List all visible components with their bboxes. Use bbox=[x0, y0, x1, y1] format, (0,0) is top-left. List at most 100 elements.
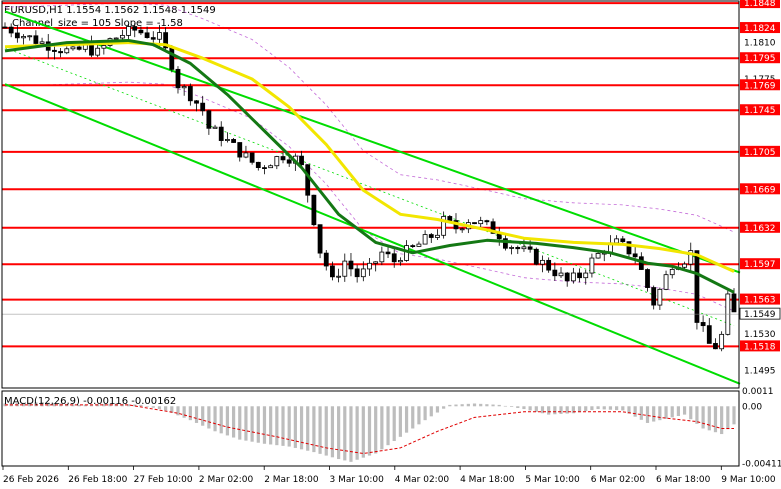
macd-histogram-bar bbox=[355, 406, 359, 460]
macd-y-tick: 0.00 bbox=[742, 402, 762, 412]
macd-histogram-bar bbox=[596, 406, 600, 410]
candle-body bbox=[249, 152, 255, 163]
candle-body bbox=[342, 260, 348, 277]
price-chart[interactable]: 1.18101.17751.15301.14951.18481.18241.17… bbox=[0, 0, 781, 489]
candle-body bbox=[21, 36, 26, 39]
macd-histogram-bar bbox=[269, 406, 273, 445]
candle-body bbox=[237, 142, 243, 158]
candle-body bbox=[397, 260, 403, 263]
macd-histogram-bar bbox=[343, 406, 347, 461]
y-tick-label: 1.1530 bbox=[744, 330, 776, 340]
x-tick-label: 2 Mar 02:00 bbox=[199, 475, 254, 485]
level-price-label: 1.1563 bbox=[744, 296, 776, 306]
macd-histogram-bar bbox=[256, 406, 260, 443]
channel-mid bbox=[4, 47, 735, 326]
candle-body bbox=[187, 86, 193, 102]
candle-body bbox=[546, 259, 552, 271]
candle-body bbox=[218, 126, 224, 141]
candle-body bbox=[175, 68, 181, 89]
candle-body bbox=[552, 269, 558, 277]
candle-body bbox=[311, 194, 317, 226]
candle-body bbox=[570, 272, 576, 282]
candle-body bbox=[478, 220, 484, 225]
candle-body bbox=[181, 86, 187, 89]
candle-body bbox=[373, 261, 379, 264]
level-price-label: 1.1848 bbox=[744, 0, 776, 9]
level-price-label: 1.1518 bbox=[744, 342, 776, 352]
macd-histogram-bar bbox=[442, 406, 446, 409]
macd-histogram-bar bbox=[695, 406, 699, 424]
candle-body bbox=[663, 274, 669, 290]
macd-histogram-bar bbox=[231, 406, 236, 438]
candle-body bbox=[194, 100, 199, 104]
candle-body bbox=[422, 234, 428, 245]
macd-histogram-bar bbox=[645, 406, 650, 423]
y-tick-label: 1.1810 bbox=[744, 39, 776, 49]
macd-histogram-bar bbox=[491, 404, 495, 407]
level-price-label: 1.1705 bbox=[744, 148, 776, 158]
candle-body bbox=[669, 269, 675, 276]
candle-body bbox=[472, 222, 477, 225]
candle-body bbox=[70, 46, 76, 50]
candle-body bbox=[731, 293, 737, 313]
candle-body bbox=[713, 343, 718, 350]
macd-histogram-bar bbox=[509, 406, 514, 407]
macd-histogram-bar bbox=[559, 406, 563, 414]
x-tick-label: 3 Mar 10:00 bbox=[330, 475, 385, 485]
candle-body bbox=[212, 126, 218, 129]
macd-histogram-bar bbox=[448, 404, 452, 407]
x-tick-label: 5 Mar 10:00 bbox=[525, 475, 580, 485]
macd-histogram-bar bbox=[213, 406, 217, 432]
macd-histogram-bar bbox=[652, 406, 656, 422]
candle-body bbox=[360, 268, 366, 278]
x-tick-label: 26 Feb 2026 bbox=[3, 475, 59, 485]
level-price-label: 1.1769 bbox=[744, 81, 776, 91]
macd-histogram-bar bbox=[404, 406, 409, 433]
macd-histogram-bar bbox=[250, 406, 254, 442]
candle-body bbox=[317, 224, 323, 254]
macd-histogram-bar bbox=[392, 406, 396, 441]
candle-body bbox=[243, 152, 249, 158]
candle-body bbox=[521, 246, 527, 250]
candle-body bbox=[410, 245, 416, 247]
candle-body bbox=[540, 259, 545, 265]
macd-histogram-bar bbox=[367, 406, 372, 456]
macd-histogram-bar bbox=[337, 406, 341, 460]
candle-body bbox=[379, 251, 385, 263]
candle-body bbox=[367, 262, 372, 270]
macd-histogram-bar bbox=[522, 406, 526, 410]
candle-body bbox=[286, 159, 292, 164]
macd-histogram-bar bbox=[423, 406, 427, 421]
candle-body bbox=[101, 45, 107, 49]
level-price-label: 1.1795 bbox=[744, 54, 776, 64]
macd-histogram-bar bbox=[275, 406, 279, 446]
candle-body bbox=[700, 322, 706, 327]
macd-histogram-bar bbox=[219, 406, 223, 434]
candle-body bbox=[126, 26, 131, 36]
macd-histogram-bar bbox=[194, 406, 199, 423]
macd-histogram-bar bbox=[608, 406, 613, 410]
macd-histogram-bar bbox=[244, 406, 248, 441]
time-axis: 26 Feb 2026 26 Feb 18:00 27 Feb 10:00 2 Mar… bbox=[2, 466, 776, 485]
macd-histogram-bar bbox=[330, 406, 335, 458]
candle-body bbox=[620, 238, 626, 243]
candle-body bbox=[76, 46, 82, 50]
candle-body bbox=[583, 272, 589, 279]
candle-body bbox=[200, 102, 206, 112]
candle-body bbox=[533, 248, 539, 265]
macd-histogram-bar bbox=[287, 406, 291, 447]
band-lower bbox=[4, 81, 735, 312]
macd-histogram-bar bbox=[472, 403, 477, 407]
candle-body bbox=[27, 35, 33, 38]
macd-histogram-bar bbox=[201, 406, 205, 426]
moving-averages bbox=[4, 39, 735, 294]
candle-body bbox=[150, 37, 156, 40]
macd-histogram-bar bbox=[380, 406, 384, 450]
macd-histogram-bar bbox=[621, 406, 625, 411]
candle-body bbox=[447, 216, 453, 221]
candle-body bbox=[416, 243, 422, 247]
y-tick-label: 1.1495 bbox=[744, 366, 776, 376]
candle-body bbox=[564, 272, 570, 282]
x-tick-label: 6 Mar 02:00 bbox=[591, 475, 646, 485]
macd-histogram-bar bbox=[658, 406, 662, 421]
